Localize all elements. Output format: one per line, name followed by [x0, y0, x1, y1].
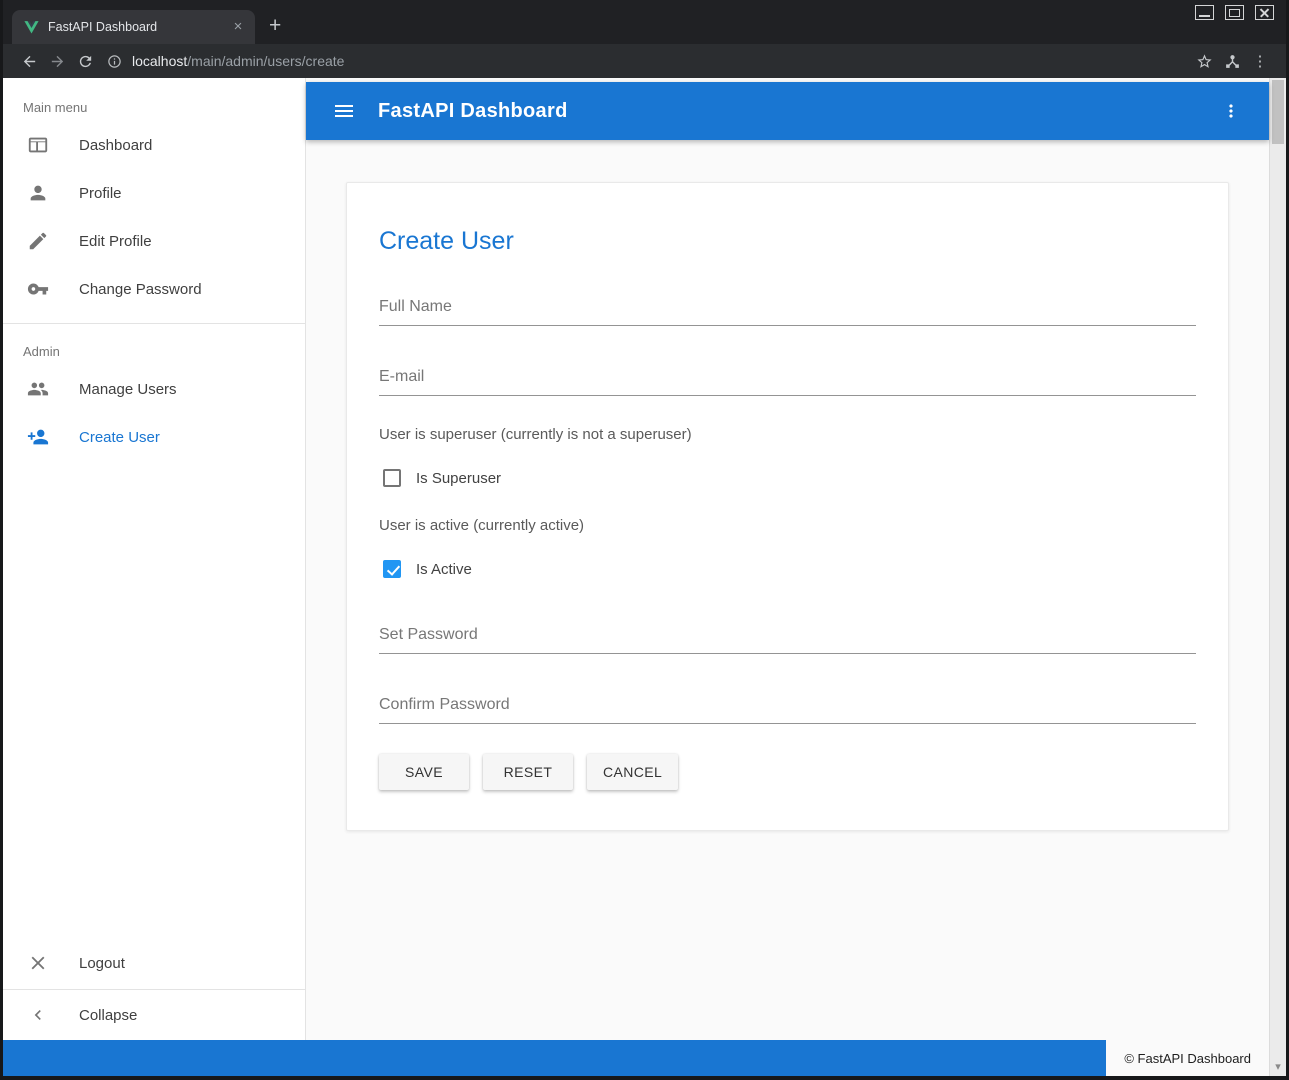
cancel-button[interactable]: CANCEL: [587, 754, 678, 790]
site-info-icon[interactable]: [107, 54, 122, 69]
back-button[interactable]: [15, 47, 43, 75]
full-name-input[interactable]: [379, 292, 1196, 326]
footer-bar: [3, 1040, 1106, 1076]
sidebar-item-label: Edit Profile: [79, 233, 152, 250]
browser-toolbar: localhost/main/admin/users/create ⋮: [3, 44, 1286, 78]
address-bar[interactable]: localhost/main/admin/users/create: [107, 53, 1176, 69]
url-host: localhost: [132, 53, 187, 69]
set-password-input[interactable]: [379, 620, 1196, 654]
page-scrollbar[interactable]: ▾: [1269, 78, 1286, 1076]
person-add-icon: [27, 426, 49, 448]
confirm-password-input[interactable]: [379, 690, 1196, 724]
form-actions: SAVE RESET CANCEL: [379, 754, 1196, 790]
sidebar-section-main-menu: Main menu: [3, 80, 305, 121]
sidebar-item-profile[interactable]: Profile: [3, 169, 305, 217]
superuser-checkbox-label: Is Superuser: [416, 470, 501, 487]
active-checkbox[interactable]: [383, 560, 401, 578]
dashboard-icon: [27, 134, 49, 156]
reload-button[interactable]: [71, 47, 99, 75]
full-name-field: [379, 292, 1196, 326]
active-hint: User is active (currently active): [379, 517, 1196, 534]
close-icon: [27, 952, 49, 974]
hamburger-menu-button[interactable]: [332, 99, 356, 123]
sidebar-item-edit-profile[interactable]: Edit Profile: [3, 217, 305, 265]
tab-close-icon[interactable]: ×: [229, 18, 247, 36]
browser-menu-button[interactable]: ⋮: [1246, 47, 1274, 75]
sidebar-item-manage-users[interactable]: Manage Users: [3, 365, 305, 413]
back-arrow-icon: [21, 53, 38, 70]
reload-icon: [77, 53, 94, 70]
app-overflow-menu-button[interactable]: [1219, 99, 1243, 123]
window-controls: [1195, 5, 1274, 20]
save-button[interactable]: SAVE: [379, 754, 469, 790]
pencil-icon: [27, 230, 49, 252]
sidebar-collapse-button[interactable]: Collapse: [3, 990, 305, 1040]
superuser-checkbox-row[interactable]: Is Superuser: [379, 469, 1196, 487]
active-checkbox-row[interactable]: Is Active: [379, 560, 1196, 578]
kebab-menu-icon: ⋮: [1253, 52, 1268, 70]
maximize-button[interactable]: [1225, 5, 1244, 20]
tab-title: FastAPI Dashboard: [48, 20, 229, 34]
app-toolbar: FastAPI Dashboard: [306, 82, 1269, 140]
sidebar-item-change-password[interactable]: Change Password: [3, 265, 305, 313]
sidebar-item-dashboard[interactable]: Dashboard: [3, 121, 305, 169]
sidebar-section-admin: Admin: [3, 324, 305, 365]
scrollbar-down-arrow[interactable]: ▾: [1270, 1060, 1286, 1073]
sidebar-item-logout[interactable]: Logout: [3, 939, 305, 987]
url-path: /main/admin/users/create: [187, 53, 344, 69]
set-password-field: [379, 620, 1196, 654]
app-title: FastAPI Dashboard: [378, 100, 568, 123]
window-frame: FastAPI Dashboard × + localho: [0, 0, 1289, 1080]
close-window-button[interactable]: [1255, 5, 1274, 20]
device-hub-icon: [1224, 53, 1241, 70]
active-checkbox-label: Is Active: [416, 561, 472, 578]
app-footer: © FastAPI Dashboard: [3, 1040, 1269, 1076]
bookmark-button[interactable]: [1190, 47, 1218, 75]
sidebar-item-label: Profile: [79, 185, 122, 202]
page-content: Create User User is superuser (currently…: [306, 140, 1269, 1040]
sidebar-item-label: Logout: [79, 955, 125, 972]
app-area: Main menu Dashboard Profile Edit Profile: [3, 78, 1286, 1076]
hamburger-icon: [332, 99, 356, 123]
email-input[interactable]: [379, 362, 1196, 396]
scrollbar-thumb[interactable]: [1272, 80, 1284, 144]
chevron-left-icon: [27, 1004, 49, 1026]
superuser-checkbox[interactable]: [383, 469, 401, 487]
browser-tab[interactable]: FastAPI Dashboard ×: [12, 10, 255, 44]
kebab-menu-icon: [1221, 101, 1241, 121]
reset-button[interactable]: RESET: [483, 754, 573, 790]
forward-arrow-icon: [49, 53, 66, 70]
browser-window: FastAPI Dashboard × + localho: [3, 0, 1286, 1076]
key-icon: [27, 278, 49, 300]
forward-button[interactable]: [43, 47, 71, 75]
new-tab-button[interactable]: +: [269, 16, 281, 36]
sidebar: Main menu Dashboard Profile Edit Profile: [3, 78, 306, 1040]
confirm-password-field: [379, 690, 1196, 724]
sidebar-item-label: Dashboard: [79, 137, 152, 154]
url-text[interactable]: localhost/main/admin/users/create: [132, 53, 344, 69]
sidebar-item-create-user[interactable]: Create User: [3, 413, 305, 461]
minimize-button[interactable]: [1195, 5, 1214, 20]
sidebar-item-label: Manage Users: [79, 381, 177, 398]
star-icon: [1196, 53, 1213, 70]
group-icon: [27, 378, 49, 400]
main-area: FastAPI Dashboard Create User: [306, 78, 1269, 1040]
page-title: Create User: [379, 227, 1196, 256]
browser-extensions-button[interactable]: [1218, 47, 1246, 75]
create-user-card: Create User User is superuser (currently…: [346, 182, 1229, 831]
sidebar-item-label: Collapse: [79, 1007, 137, 1024]
sidebar-item-label: Create User: [79, 429, 160, 446]
person-icon: [27, 182, 49, 204]
email-field: [379, 362, 1196, 396]
superuser-hint: User is superuser (currently is not a su…: [379, 426, 1196, 443]
vue-favicon-icon: [23, 19, 40, 36]
sidebar-item-label: Change Password: [79, 281, 202, 298]
browser-titlebar: FastAPI Dashboard × +: [3, 0, 1286, 44]
footer-copyright: © FastAPI Dashboard: [1106, 1040, 1269, 1076]
